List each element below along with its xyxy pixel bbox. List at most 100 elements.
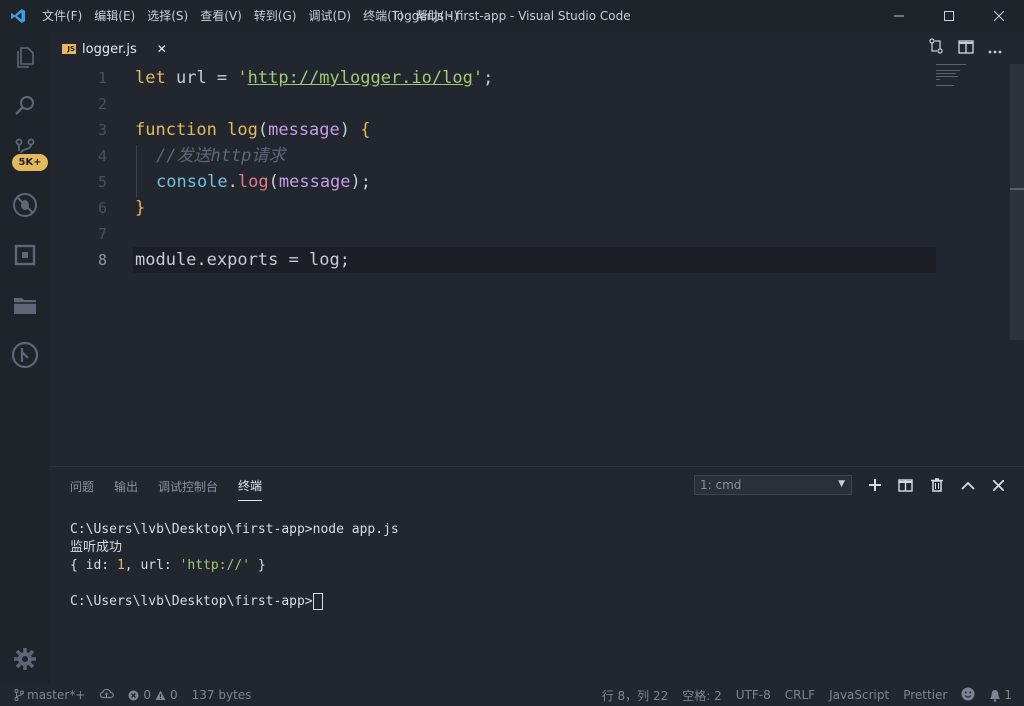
tab-problems[interactable]: 问题 bbox=[70, 472, 94, 501]
editor-tab-bar: JS logger.js ✕ bbox=[50, 32, 1024, 65]
branch-status[interactable]: master*+ bbox=[14, 688, 85, 702]
indentation[interactable]: 空格: 2 bbox=[682, 687, 722, 704]
line-number: 5 bbox=[97, 173, 107, 191]
menu-debug[interactable]: 调试(D) bbox=[302, 0, 357, 32]
settings-button[interactable] bbox=[13, 647, 37, 675]
indent-guide bbox=[136, 145, 137, 197]
line-number: 4 bbox=[97, 147, 107, 165]
close-icon bbox=[994, 11, 1004, 21]
menu-help[interactable]: 帮助(H) bbox=[410, 0, 464, 32]
split-editor-button[interactable] bbox=[958, 39, 974, 58]
git-graph-button[interactable] bbox=[0, 332, 50, 378]
new-terminal-button[interactable] bbox=[859, 479, 890, 491]
warning-count: 0 bbox=[170, 688, 178, 702]
semicolon-token: ; bbox=[360, 172, 372, 192]
bell-icon bbox=[990, 689, 1001, 702]
folder-button[interactable] bbox=[0, 282, 50, 328]
tab-terminal[interactable]: 终端 bbox=[238, 471, 263, 501]
operator-token: = bbox=[278, 250, 310, 270]
editor-actions bbox=[928, 32, 1002, 64]
more-actions-button[interactable] bbox=[988, 39, 1002, 58]
status-bar: master*+ 0 0 137 bytes 行 8，列 22 空格: 2 UT… bbox=[0, 684, 1024, 706]
panel-tabs: 问题 输出 调试控制台 终端 bbox=[70, 467, 282, 505]
explorer-icon bbox=[17, 47, 34, 68]
code-line-1: let url = 'http://mylogger.io/log'; bbox=[135, 65, 493, 91]
chevron-down-icon: ▼ bbox=[838, 479, 845, 489]
git-branch-icon bbox=[14, 689, 24, 701]
split-terminal-button[interactable] bbox=[890, 478, 921, 492]
tab-label: logger.js bbox=[82, 41, 137, 57]
activity-bar: 5K+ bbox=[0, 32, 50, 684]
debug-button[interactable] bbox=[0, 182, 50, 228]
identifier-token: log bbox=[309, 250, 340, 270]
open-changes-icon bbox=[929, 38, 943, 54]
method-token: log bbox=[237, 172, 269, 192]
terminal-line-empty bbox=[70, 575, 399, 593]
maximize-icon bbox=[944, 11, 954, 21]
terminal-prompt: C:\Users\lvb\Desktop\first-app> bbox=[70, 594, 313, 609]
paren-token: ( bbox=[257, 120, 269, 140]
scrollbar-thumb[interactable] bbox=[1010, 64, 1024, 340]
tab-debug-console[interactable]: 调试控制台 bbox=[158, 472, 218, 501]
feedback-button[interactable] bbox=[961, 687, 975, 704]
menu-edit[interactable]: 编辑(E) bbox=[88, 0, 141, 32]
minimize-button[interactable] bbox=[874, 0, 924, 32]
editor-scrollbar[interactable] bbox=[1010, 64, 1024, 466]
line-number: 8 bbox=[97, 251, 107, 269]
terminal-output[interactable]: C:\Users\lvb\Desktop\first-app>node app.… bbox=[70, 521, 399, 611]
maximize-button[interactable] bbox=[924, 0, 974, 32]
menu-go[interactable]: 转到(G) bbox=[248, 0, 303, 32]
tab-output[interactable]: 输出 bbox=[114, 472, 138, 501]
warning-icon bbox=[155, 690, 166, 700]
menu-terminal[interactable]: 终端(T) bbox=[357, 0, 410, 32]
maximize-panel-button[interactable] bbox=[952, 481, 983, 490]
open-changes-button[interactable] bbox=[928, 38, 944, 58]
terminal-line: 监听成功 bbox=[70, 540, 123, 555]
url-link[interactable]: http://mylogger.io/log bbox=[248, 68, 473, 88]
close-icon bbox=[993, 479, 1004, 491]
parameter-token: message bbox=[278, 172, 351, 192]
menu-selection[interactable]: 选择(S) bbox=[141, 0, 194, 32]
prettier-status[interactable]: Prettier bbox=[903, 688, 947, 702]
terminal-number: 1 bbox=[116, 558, 125, 573]
gear-icon bbox=[14, 648, 36, 670]
extensions-button[interactable] bbox=[0, 232, 50, 278]
menu-file[interactable]: 文件(F) bbox=[36, 0, 88, 32]
notifications-button[interactable]: 1 bbox=[989, 688, 1012, 702]
minimap[interactable] bbox=[936, 64, 1016, 104]
terminal-line: { id: 1, url: 'http://' } bbox=[70, 557, 399, 575]
file-size: 137 bytes bbox=[191, 688, 252, 702]
operator-token: = bbox=[206, 68, 238, 88]
menu-view[interactable]: 查看(V) bbox=[194, 0, 248, 32]
problems-status[interactable]: 0 0 bbox=[128, 688, 178, 702]
close-window-button[interactable] bbox=[974, 0, 1024, 32]
language-mode[interactable]: JavaScript bbox=[829, 688, 889, 702]
cursor-position[interactable]: 行 8，列 22 bbox=[602, 687, 669, 704]
window-controls bbox=[874, 0, 1024, 32]
code-editor[interactable]: 1 2 3 4 5 6 7 8 let url = 'http://mylogg… bbox=[50, 64, 1024, 466]
close-panel-button[interactable] bbox=[983, 479, 1014, 491]
search-button[interactable] bbox=[0, 82, 50, 128]
property-token: exports bbox=[206, 250, 279, 270]
end-of-line[interactable]: CRLF bbox=[785, 688, 815, 702]
paren-token: ) bbox=[339, 120, 351, 140]
scm-badge: 5K+ bbox=[12, 154, 48, 171]
terminal-prompt-line: C:\Users\lvb\Desktop\first-app> bbox=[70, 593, 399, 611]
debug-icon bbox=[13, 193, 37, 217]
quote-token: ' bbox=[472, 68, 484, 88]
object-token: console bbox=[156, 172, 228, 192]
explorer-button[interactable] bbox=[0, 34, 50, 80]
encoding[interactable]: UTF-8 bbox=[736, 688, 771, 702]
menu-bar: 文件(F) 编辑(E) 选择(S) 查看(V) 转到(G) 调试(D) 终端(T… bbox=[36, 0, 464, 32]
tab-logger-js[interactable]: JS logger.js ✕ bbox=[50, 32, 168, 65]
branch-name: master*+ bbox=[27, 688, 86, 702]
sync-button[interactable] bbox=[99, 688, 115, 702]
tab-close-button[interactable]: ✕ bbox=[157, 42, 167, 56]
terminal-select[interactable]: 1: cmd ▼ bbox=[694, 475, 852, 495]
kill-terminal-button[interactable] bbox=[921, 478, 952, 492]
comment-token: //发送http请求 bbox=[156, 146, 286, 166]
notification-count: 1 bbox=[1004, 688, 1012, 702]
line-number: 6 bbox=[97, 199, 107, 217]
